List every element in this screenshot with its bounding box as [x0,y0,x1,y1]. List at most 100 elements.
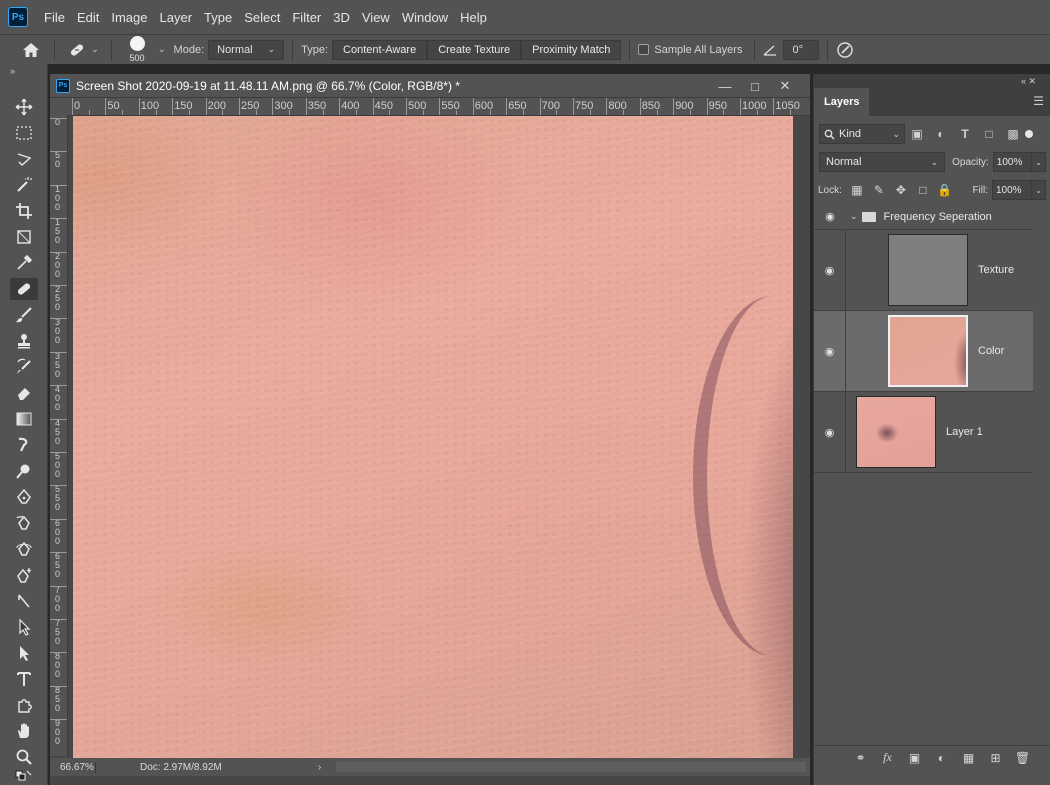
crop-tool[interactable] [10,200,38,222]
mode-select[interactable]: Normal ⌄ [208,39,285,60]
lasso-tool[interactable] [10,148,38,170]
layer-group[interactable]: ◉ ⌄ Frequency Seperation [814,204,1033,230]
blend-mode-select[interactable]: Normal ⌄ [819,152,946,172]
vertical-scrollbar[interactable] [1034,204,1050,760]
healing-brush-tool[interactable] [10,278,38,300]
pressure-icon[interactable] [836,41,854,59]
menu-edit[interactable]: Edit [71,10,105,25]
menu-help[interactable]: Help [454,10,493,25]
menu-select[interactable]: Select [238,10,286,25]
filter-kind-select[interactable]: Kind ⌄ [819,124,905,144]
document-tab[interactable]: Ps Screen Shot 2020-09-19 at 11.48.11 AM… [50,74,810,98]
adjustment-filter-icon[interactable]: ◐ [929,127,953,141]
menu-view[interactable]: View [356,10,396,25]
eye-icon[interactable]: ◉ [814,311,846,391]
collapse-icon[interactable]: » [10,66,15,76]
eyedropper-tool[interactable] [10,252,38,274]
menu-image[interactable]: Image [105,10,153,25]
eye-icon[interactable]: ◉ [814,392,846,472]
proximity-match-button[interactable]: Proximity Match [521,39,622,60]
add-anchor-tool[interactable] [10,564,38,586]
minimize-button[interactable]: — [710,79,740,94]
eraser-tool[interactable] [10,382,38,404]
menu-file[interactable]: File [38,10,71,25]
brush-picker[interactable]: 500 [120,36,154,63]
clone-stamp-tool[interactable] [10,330,38,352]
blur-tool[interactable] [10,434,38,456]
sample-all-layers-checkbox[interactable] [638,44,650,55]
close-button[interactable]: ✕ [770,78,800,94]
layer-row[interactable]: ◉ Texture [814,230,1033,311]
chevron-right-icon[interactable]: › [276,762,321,773]
horizontal-scrollbar[interactable] [336,762,806,772]
tab-layers[interactable]: Layers [814,88,870,116]
convert-point-tool[interactable] [10,590,38,612]
menu-layer[interactable]: Layer [154,10,199,25]
curvature-pen-tool[interactable] [10,538,38,560]
gradient-tool[interactable] [10,408,38,430]
lock-artboard-icon[interactable]: □ [912,183,934,197]
filter-toggle[interactable] [1025,130,1033,138]
ruler-origin[interactable] [50,98,68,116]
history-brush-tool[interactable] [10,356,38,378]
layer-row[interactable]: ◉ Layer 1 [814,392,1033,473]
home-button[interactable] [16,37,46,63]
move-tool[interactable] [10,96,38,118]
zoom-level[interactable]: 66.67% [50,761,96,773]
menu-filter[interactable]: Filter [286,10,327,25]
link-icon[interactable]: ⚭ [847,751,874,765]
layer-row[interactable]: ◉ Color [814,311,1033,392]
chevron-down-icon[interactable]: ⌄ [850,211,858,222]
menu-type[interactable]: Type [198,10,238,25]
chevron-down-icon[interactable]: ⌄ [1032,180,1046,200]
type-filter-icon[interactable]: T [953,127,977,141]
adjustment-layer-icon[interactable]: ◐ [928,751,955,765]
image-canvas[interactable] [73,116,793,758]
lock-all-icon[interactable]: 🔒 [934,183,956,197]
angle-input[interactable]: 0° [783,39,820,60]
create-texture-button[interactable]: Create Texture [427,39,522,60]
type-tool[interactable] [10,668,38,690]
smart-object-filter-icon[interactable]: ▩ [1001,127,1025,141]
marquee-tool[interactable] [10,122,38,144]
freeform-pen-tool[interactable] [10,512,38,534]
type-label: Type: [301,43,329,56]
path-selection-tool[interactable] [10,642,38,664]
fill-input[interactable]: 100% [992,180,1032,200]
content-aware-button[interactable]: Content-Aware [332,39,428,60]
hand-tool[interactable] [10,720,38,742]
frame-tool[interactable] [10,226,38,248]
swap-colors[interactable] [10,770,38,784]
menu-window[interactable]: Window [396,10,454,25]
maximize-button[interactable]: □ [740,79,770,94]
eye-icon[interactable]: ◉ [814,204,846,229]
custom-shape-tool[interactable] [10,694,38,716]
trash-icon[interactable]: 🗑 [1009,751,1036,765]
brush-tool[interactable] [10,304,38,326]
lock-pixels-icon[interactable]: ✎ [868,183,890,197]
chevron-down-icon[interactable]: ⌄ [158,44,166,55]
horizontal-ruler[interactable]: 0 50 100 150 200 250 300 350 400 450 500 550 600 650 7… [68,98,810,116]
eye-icon[interactable]: ◉ [814,230,846,310]
image-filter-icon[interactable]: ▣ [905,127,929,141]
folder-icon[interactable]: ▦ [955,751,982,765]
dodge-tool[interactable] [10,460,38,482]
magic-wand-tool[interactable] [10,174,38,196]
ruler-tick [50,151,67,153]
new-layer-icon[interactable]: ⊞ [982,751,1009,765]
pen-tool[interactable] [10,486,38,508]
zoom-tool[interactable] [10,746,38,768]
tool-preset-picker[interactable]: ⌄ [63,40,103,60]
direct-selection-tool[interactable] [10,616,38,638]
opacity-input[interactable]: 100% [992,152,1033,172]
panel-collapse[interactable]: « ✕ [814,74,1050,88]
chevron-down-icon[interactable]: ⌄ [1032,152,1046,172]
mask-icon[interactable]: ▣ [901,751,928,765]
menu-3d[interactable]: 3D [327,10,356,25]
vertical-ruler[interactable]: 0501001502002503003504004505005506006507… [50,116,68,756]
lock-transparent-icon[interactable]: ▦ [846,183,868,197]
panel-menu-icon[interactable]: ☰ [1033,94,1044,108]
fx-icon[interactable]: fx [874,750,901,765]
lock-position-icon[interactable]: ✥ [890,183,912,197]
shape-filter-icon[interactable]: □ [977,127,1001,141]
